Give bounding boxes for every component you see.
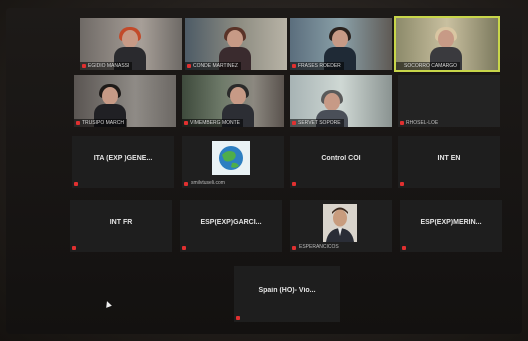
participant-title: ESP(EXP)GARCI... [200, 219, 262, 226]
muted-mic-icon [402, 246, 406, 250]
participant-title: ESP(EXP)MERIN... [420, 219, 482, 226]
participant-title: Control COI [321, 155, 361, 162]
tile-control-coi[interactable]: Control COI [290, 136, 392, 188]
tile-smilvtuseli[interactable]: smilvtuseli.com [182, 136, 284, 188]
muted-mic-icon [74, 182, 78, 186]
video-tile-egidio[interactable]: EGIDIO MANASSI [80, 18, 182, 70]
participant-title: INT EN [437, 155, 461, 162]
participant-name: SOCORRO CAMARGO [396, 62, 461, 70]
participant-name: SERVET SOPORE [290, 119, 344, 127]
muted-mic-icon [292, 246, 296, 250]
participant-name: smilvtuseli.com [191, 180, 225, 186]
video-tile-trusipo[interactable]: TRUSIPO MARCH [74, 75, 176, 127]
muted-mic-icon [236, 316, 240, 320]
muted-mic-icon [187, 64, 191, 68]
man-portrait-avatar [323, 204, 357, 242]
tile-esp-exp-garci[interactable]: ESP(EXP)GARCI... [180, 200, 282, 252]
muted-mic-icon [292, 64, 296, 68]
muted-mic-icon [72, 246, 76, 250]
video-tile-frases[interactable]: FRASES ROEDER [290, 18, 392, 70]
globe-logo-avatar [212, 141, 250, 175]
participant-name: ESPERANCICOS [299, 244, 339, 250]
video-tile-servet[interactable]: SERVET SOPORE [290, 75, 392, 127]
participant-name: FRASES ROEDER [290, 62, 344, 70]
muted-mic-icon [184, 182, 188, 186]
participant-name: TRUSIPO MARCH [74, 119, 127, 127]
video-tile-socorro-active-speaker[interactable]: SOCORRO CAMARGO [394, 16, 500, 72]
video-tile-conde[interactable]: CONDE MARTINEZ [185, 18, 287, 70]
participant-title: Spain (HO)- Vio... [258, 287, 316, 294]
mouse-cursor [104, 300, 112, 308]
participant-name: RHOSEL-LOE [406, 120, 439, 126]
photo-frame: EGIDIO MANASSI CONDE MARTINEZ FRASES ROE… [0, 0, 528, 341]
muted-mic-icon [184, 121, 188, 125]
muted-mic-icon [292, 182, 296, 186]
tile-esperancicos[interactable]: ESPERANCICOS [290, 200, 392, 252]
participant-name: CONDE MARTINEZ [185, 62, 241, 70]
tile-ita-exp-gene[interactable]: ITA (EXP )GENE... [72, 136, 174, 188]
muted-mic-icon [82, 64, 86, 68]
muted-mic-icon [400, 182, 404, 186]
participant-title: INT FR [109, 219, 133, 226]
muted-mic-icon [292, 121, 296, 125]
participant-title: ITA (EXP )GENE... [93, 155, 153, 162]
tile-esp-exp-merin[interactable]: ESP(EXP)MERIN... [400, 200, 502, 252]
tile-rhosel[interactable]: RHOSEL-LOE [398, 75, 500, 127]
muted-mic-icon [76, 121, 80, 125]
participant-name: EGIDIO MANASSI [80, 62, 133, 70]
participant-name: VIMEMBERG MONTE [182, 119, 244, 127]
tile-int-en[interactable]: INT EN [398, 136, 500, 188]
meeting-screen: EGIDIO MANASSI CONDE MARTINEZ FRASES ROE… [6, 8, 522, 334]
tile-spain-ho[interactable]: Spain (HO)- Vio... [234, 266, 340, 322]
video-tile-vimemberg[interactable]: VIMEMBERG MONTE [182, 75, 284, 127]
muted-mic-icon [400, 121, 404, 125]
tile-int-fr[interactable]: INT FR [70, 200, 172, 252]
muted-mic-icon [182, 246, 186, 250]
